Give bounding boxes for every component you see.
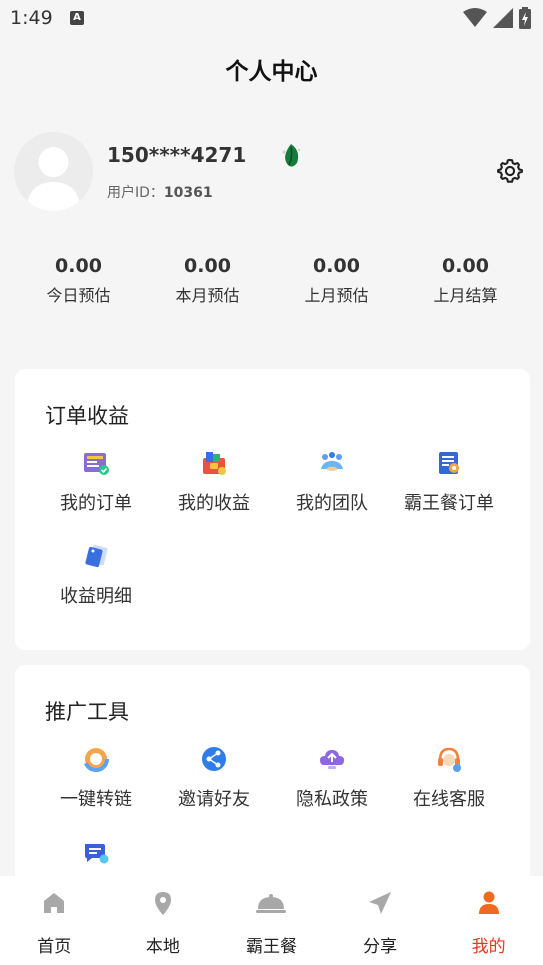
stat-today[interactable]: 0.00 今日预估 (14, 255, 143, 306)
battery-icon (519, 7, 531, 29)
free-meal-orders-label: 霸王餐订单 (404, 493, 494, 514)
user-id: 用户ID：10361 (107, 182, 213, 202)
tab-mine-label: 我的 (471, 937, 506, 957)
earnings-detail-label: 收益明细 (60, 586, 132, 607)
avatar[interactable] (14, 132, 93, 211)
privacy-policy-label: 隐私政策 (296, 789, 368, 810)
stat-value: 0.00 (442, 255, 489, 277)
location-icon (150, 890, 176, 916)
invite-friends-label: 邀请好友 (178, 789, 250, 810)
my-earnings-button[interactable]: 我的收益 (155, 449, 273, 515)
team-icon (318, 449, 346, 477)
stat-label: 今日预估 (46, 286, 111, 305)
stat-value: 0.00 (55, 255, 102, 277)
earnings-icon (200, 449, 228, 477)
my-team-label: 我的团队 (296, 493, 368, 514)
earnings-detail-icon (82, 542, 110, 570)
orders-icon (82, 449, 110, 477)
tab-free-meal[interactable]: 霸王餐 (217, 876, 326, 965)
invite-friends-button[interactable]: 邀请好友 (155, 745, 273, 811)
free-meal-orders-button[interactable]: 霸王餐订单 (390, 449, 508, 515)
stat-label: 上月结算 (433, 286, 498, 305)
feedback-icon (82, 840, 110, 868)
orders-section-title: 订单收益 (45, 404, 129, 428)
privacy-policy-button[interactable]: 隐私政策 (273, 745, 391, 811)
free-meal-order-icon (435, 449, 463, 477)
tab-local[interactable]: 本地 (109, 876, 218, 965)
tab-home-label: 首页 (37, 937, 72, 957)
default-avatar-icon (26, 147, 81, 211)
earnings-stats: 0.00 今日预估 0.00 本月预估 0.00 上月预估 0.00 上月结算 (14, 255, 530, 306)
person-icon (476, 890, 502, 916)
page-title: 个人中心 (225, 59, 318, 85)
user-id-label: 用户ID： (107, 185, 164, 201)
earnings-detail-button[interactable]: 收益明细 (37, 542, 155, 608)
customer-service-icon (435, 745, 463, 773)
status-bar: 1:49 A (0, 0, 543, 36)
feedback-button[interactable] (37, 840, 155, 880)
bottom-tab-bar: 首页 本地 霸王餐 分享 我的 (0, 876, 543, 965)
leaf-badge-icon (280, 143, 302, 173)
customer-service-label: 在线客服 (413, 789, 485, 810)
status-icons (463, 7, 531, 29)
tab-share-label: 分享 (363, 937, 398, 957)
stat-last-month[interactable]: 0.00 上月预估 (272, 255, 401, 306)
signal-icon (493, 8, 513, 28)
tab-home[interactable]: 首页 (0, 876, 109, 965)
my-orders-button[interactable]: 我的订单 (37, 449, 155, 515)
stat-label: 上月预估 (304, 286, 369, 305)
tab-share[interactable]: 分享 (326, 876, 435, 965)
stat-last-month-settled[interactable]: 0.00 上月结算 (401, 255, 530, 306)
link-convert-icon (82, 745, 110, 773)
tab-local-label: 本地 (145, 937, 180, 957)
user-id-value: 10361 (163, 185, 213, 201)
stat-value: 0.00 (184, 255, 231, 277)
invite-icon (200, 745, 228, 773)
customer-service-button[interactable]: 在线客服 (390, 745, 508, 811)
my-orders-label: 我的订单 (60, 493, 132, 514)
settings-button[interactable] (496, 157, 524, 185)
stat-value: 0.00 (313, 255, 360, 277)
status-time: 1:49 (10, 7, 53, 29)
phone-number: 150****4271 (107, 143, 247, 167)
dish-cover-icon (255, 890, 287, 916)
wifi-icon (463, 8, 487, 27)
my-earnings-label: 我的收益 (178, 493, 250, 514)
home-icon (41, 890, 67, 916)
stat-this-month[interactable]: 0.00 本月预估 (143, 255, 272, 306)
stat-label: 本月预估 (175, 286, 240, 305)
link-convert-button[interactable]: 一键转链 (37, 745, 155, 811)
send-icon (367, 890, 393, 916)
gear-icon (497, 158, 523, 183)
link-convert-label: 一键转链 (60, 789, 132, 810)
notification-icon: A (70, 11, 84, 25)
orders-card: 订单收益 我的订单 我的收益 我的团队 霸王餐订单 收益明细 (15, 369, 530, 650)
tab-mine[interactable]: 我的 (434, 876, 543, 965)
my-team-button[interactable]: 我的团队 (273, 449, 391, 515)
privacy-icon (318, 745, 346, 773)
tab-free-meal-label: 霸王餐 (245, 937, 297, 957)
tools-section-title: 推广工具 (45, 700, 129, 724)
